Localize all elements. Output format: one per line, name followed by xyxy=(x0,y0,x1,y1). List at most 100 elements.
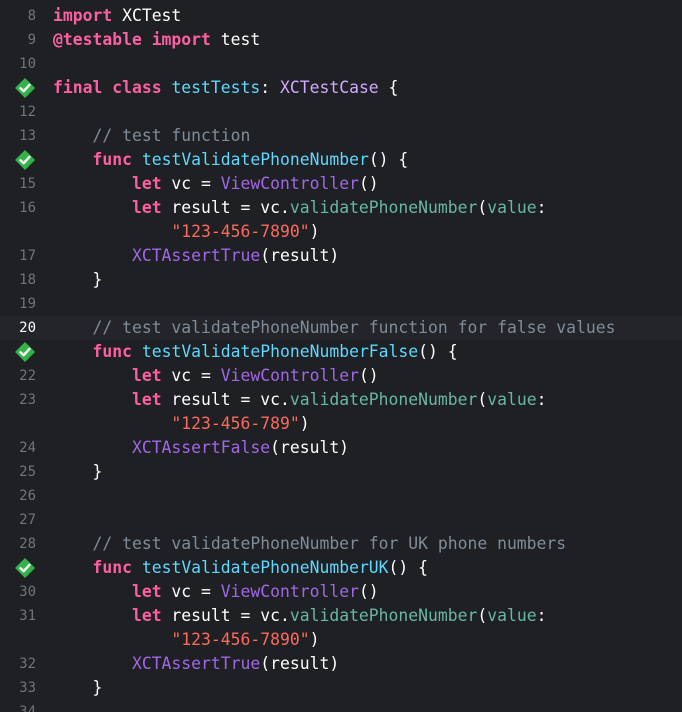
plain-token: vc = xyxy=(161,366,221,385)
code-text[interactable]: func testValidatePhoneNumber() { xyxy=(53,148,408,172)
string-literal-token: "123-456-789" xyxy=(171,414,300,433)
code-line[interactable]: 32 XCTAssertTrue(result) xyxy=(0,652,682,676)
plain-token: vc = xyxy=(161,582,221,601)
line-number: 12 xyxy=(19,104,36,120)
test-passed-diamond-icon[interactable] xyxy=(14,149,36,171)
code-line[interactable]: "123-456-789") xyxy=(0,412,682,436)
code-line[interactable]: 31 let result = vc.validatePhoneNumber(v… xyxy=(0,604,682,628)
plain-token: () { xyxy=(368,150,409,169)
test-passed-diamond-icon[interactable] xyxy=(14,341,36,363)
code-text[interactable]: XCTAssertTrue(result) xyxy=(53,244,339,268)
keyword-token: import xyxy=(151,30,211,49)
code-line[interactable]: "123-456-7890") xyxy=(0,220,682,244)
line-number: 30 xyxy=(19,584,36,600)
line-number: 18 xyxy=(19,272,36,288)
line-number: 10 xyxy=(19,56,36,72)
code-line[interactable]: final class testTests: XCTestCase { xyxy=(0,76,682,100)
code-text[interactable]: "123-456-789") xyxy=(53,412,309,436)
code-line[interactable]: 28 // test validatePhoneNumber for UK ph… xyxy=(0,532,682,556)
line-number: 24 xyxy=(19,440,36,456)
plain-token: result = vc. xyxy=(161,606,290,625)
code-line[interactable]: 33 } xyxy=(0,676,682,700)
declaration-token: testValidatePhoneNumberUK xyxy=(141,558,389,577)
code-text[interactable]: final class testTests: XCTestCase { xyxy=(53,76,398,100)
type-token: XCTestCase xyxy=(280,78,379,97)
string-literal-token: "123-456-7890" xyxy=(171,222,310,241)
code-line[interactable]: 22 let vc = ViewController() xyxy=(0,364,682,388)
code-line[interactable]: 10 xyxy=(0,52,682,76)
keyword-token: let xyxy=(131,174,162,193)
code-text[interactable]: // test validatePhoneNumber function for… xyxy=(53,316,615,340)
code-text[interactable]: let vc = ViewController() xyxy=(53,172,379,196)
code-line[interactable]: 19 xyxy=(0,292,682,316)
code-text[interactable]: let vc = ViewController() xyxy=(53,580,379,604)
code-text[interactable]: import XCTest xyxy=(53,4,181,28)
line-number: 17 xyxy=(19,248,36,264)
line-number: 26 xyxy=(19,488,36,504)
code-text[interactable]: let result = vc.validatePhoneNumber(valu… xyxy=(53,196,547,220)
code-text[interactable]: func testValidatePhoneNumberFalse() { xyxy=(53,340,457,364)
code-text[interactable]: "123-456-7890") xyxy=(53,220,319,244)
code-line[interactable]: 23 let result = vc.validatePhoneNumber(v… xyxy=(0,388,682,412)
plain-token: { xyxy=(378,78,399,97)
code-text[interactable]: XCTAssertFalse(result) xyxy=(53,436,349,460)
plain-token: result = vc. xyxy=(161,198,290,217)
plain-token: test xyxy=(210,30,261,49)
code-line[interactable]: 26 xyxy=(0,484,682,508)
plain-token: ( xyxy=(477,198,488,217)
code-line[interactable]: 12 xyxy=(0,100,682,124)
code-text[interactable]: let vc = ViewController() xyxy=(53,364,379,388)
class-token: XCTAssertFalse xyxy=(131,438,271,457)
code-text[interactable]: // test function xyxy=(53,124,250,148)
plain-token: : xyxy=(260,78,280,97)
code-line[interactable]: 16 let result = vc.validatePhoneNumber(v… xyxy=(0,196,682,220)
declaration-token: testValidatePhoneNumberFalse xyxy=(141,342,419,361)
keyword-token: class xyxy=(112,78,162,97)
code-text[interactable]: let result = vc.validatePhoneNumber(valu… xyxy=(53,388,547,412)
code-line[interactable]: "123-456-7890") xyxy=(0,628,682,652)
code-text[interactable]: } xyxy=(53,676,102,700)
test-passed-diamond-icon[interactable] xyxy=(14,557,36,579)
code-line[interactable]: 24 XCTAssertFalse(result) xyxy=(0,436,682,460)
code-line[interactable]: 18 } xyxy=(0,268,682,292)
code-line[interactable]: 17 XCTAssertTrue(result) xyxy=(0,244,682,268)
code-line[interactable]: 9 @testable import test xyxy=(0,28,682,52)
code-line[interactable]: 30 let vc = ViewController() xyxy=(0,580,682,604)
code-line[interactable]: func testValidatePhoneNumberUK() { xyxy=(0,556,682,580)
code-line[interactable]: 15 let vc = ViewController() xyxy=(0,172,682,196)
code-line[interactable]: 34 xyxy=(0,700,682,712)
source-editor[interactable]: 8 import XCTest 9 @testable import test 10 fi… xyxy=(0,0,682,712)
code-line[interactable]: 8 import XCTest xyxy=(0,4,682,28)
line-number: 15 xyxy=(19,176,36,192)
code-text[interactable]: func testValidatePhoneNumberUK() { xyxy=(53,556,428,580)
plain-token: (result) xyxy=(260,654,340,673)
code-line[interactable]: 25 } xyxy=(0,460,682,484)
code-line[interactable]: 27 xyxy=(0,508,682,532)
code-line[interactable]: 20 // test validatePhoneNumber function … xyxy=(0,316,682,340)
code-text[interactable]: // test validatePhoneNumber for UK phone… xyxy=(53,532,566,556)
line-number: 23 xyxy=(19,392,36,408)
code-line[interactable]: 13 // test function xyxy=(0,124,682,148)
code-text[interactable]: "123-456-7890") xyxy=(53,628,319,652)
class-token: ViewController xyxy=(220,582,359,601)
plain-token: : xyxy=(536,198,547,217)
declaration-token: testTests xyxy=(171,78,261,97)
keyword-token: let xyxy=(131,366,162,385)
code-text[interactable]: XCTAssertTrue(result) xyxy=(53,652,339,676)
test-passed-diamond-icon[interactable] xyxy=(14,77,36,99)
code-text[interactable]: } xyxy=(53,460,102,484)
code-text[interactable]: } xyxy=(53,268,102,292)
code-line[interactable]: func testValidatePhoneNumberFalse() { xyxy=(0,340,682,364)
code-text[interactable]: let result = vc.validatePhoneNumber(valu… xyxy=(53,604,547,628)
code-line[interactable]: func testValidatePhoneNumber() { xyxy=(0,148,682,172)
code-text[interactable]: @testable import test xyxy=(53,28,260,52)
class-token: ViewController xyxy=(220,366,359,385)
line-number: 33 xyxy=(19,680,36,696)
